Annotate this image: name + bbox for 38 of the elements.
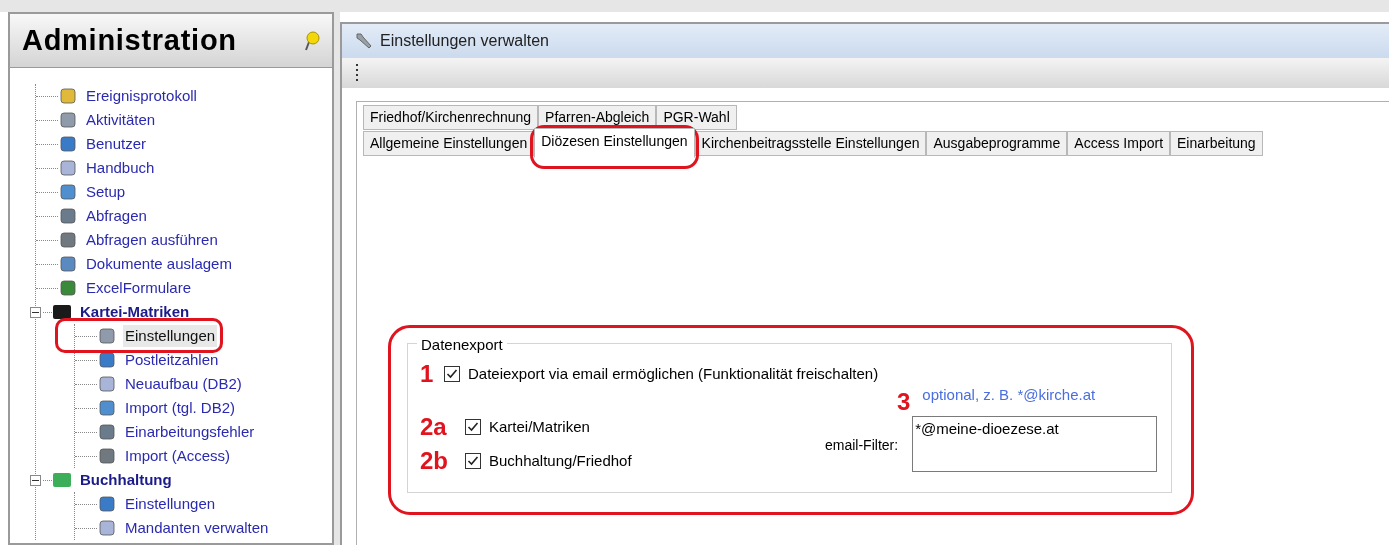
callout-number: 1 (420, 362, 435, 386)
callout-number: 3 (897, 390, 911, 414)
tab[interactable]: Einarbeitung (1170, 131, 1263, 156)
tree-item[interactable]: Einstellungen (123, 324, 218, 348)
tree-item[interactable]: Import (Access) (123, 444, 232, 468)
tree-item[interactable]: Benutzer (84, 132, 149, 156)
tree-item[interactable]: Buchhaltung (78, 468, 174, 492)
sidebar-title: Administration (22, 22, 237, 58)
tree-item[interactable]: Handbuch (84, 156, 157, 180)
hint-text: optional, z. B. *@kirche.at (922, 384, 1096, 405)
tree-item[interactable]: Import (tgl. DB2) (123, 396, 238, 420)
tree-item[interactable]: Einarbeitungsfehler (123, 420, 257, 444)
tree-item[interactable]: Setup (84, 180, 128, 204)
tree-item[interactable]: ExcelFormulare (84, 276, 194, 300)
tab[interactable]: Access Import (1067, 131, 1171, 156)
checkbox-label[interactable]: Kartei/Matriken (489, 415, 590, 439)
tree-item[interactable]: Mandanten verwalten (123, 516, 271, 540)
tree-item[interactable]: Postleitzahlen (123, 348, 221, 372)
tree-item[interactable]: Dokumente auslagem (84, 252, 234, 276)
tree-item[interactable]: Neuaufbau (DB2) (123, 372, 244, 396)
callout-number: 2b (420, 449, 449, 473)
tree-item[interactable]: Kartei-Matriken (78, 300, 192, 324)
tree-item[interactable]: Aktivitäten (84, 108, 158, 132)
tab[interactable]: Friedhof/Kirchenrechnung (363, 105, 539, 130)
field-label: email-Filter: (825, 436, 899, 455)
checkbox-label[interactable]: Buchhaltung/Friedhof (489, 449, 632, 473)
tab[interactable]: Diözesen Einstellungen (534, 128, 695, 158)
tab[interactable]: Allgemeine Einstellungen (363, 131, 535, 156)
checkbox-label[interactable]: Dateiexport via email ermöglichen (Funktionalität freischalten) (468, 362, 879, 386)
tab[interactable]: Kirchenbeitragsstelle Einstellungen (694, 131, 927, 156)
tree-item[interactable]: Abfragen ausführen (84, 228, 220, 252)
tab[interactable]: Ausgabeprogramme (926, 131, 1068, 156)
callout-number: 2a (420, 415, 448, 439)
panel-title: Einstellungen verwalten (380, 31, 549, 51)
tree-item[interactable]: Ereignisprotokoll (84, 84, 199, 108)
tree-item[interactable]: Abfragen (84, 204, 149, 228)
input-field[interactable]: *@meine-dioezese.at (912, 416, 1158, 472)
tree-item[interactable]: Einstellungen (123, 492, 218, 516)
